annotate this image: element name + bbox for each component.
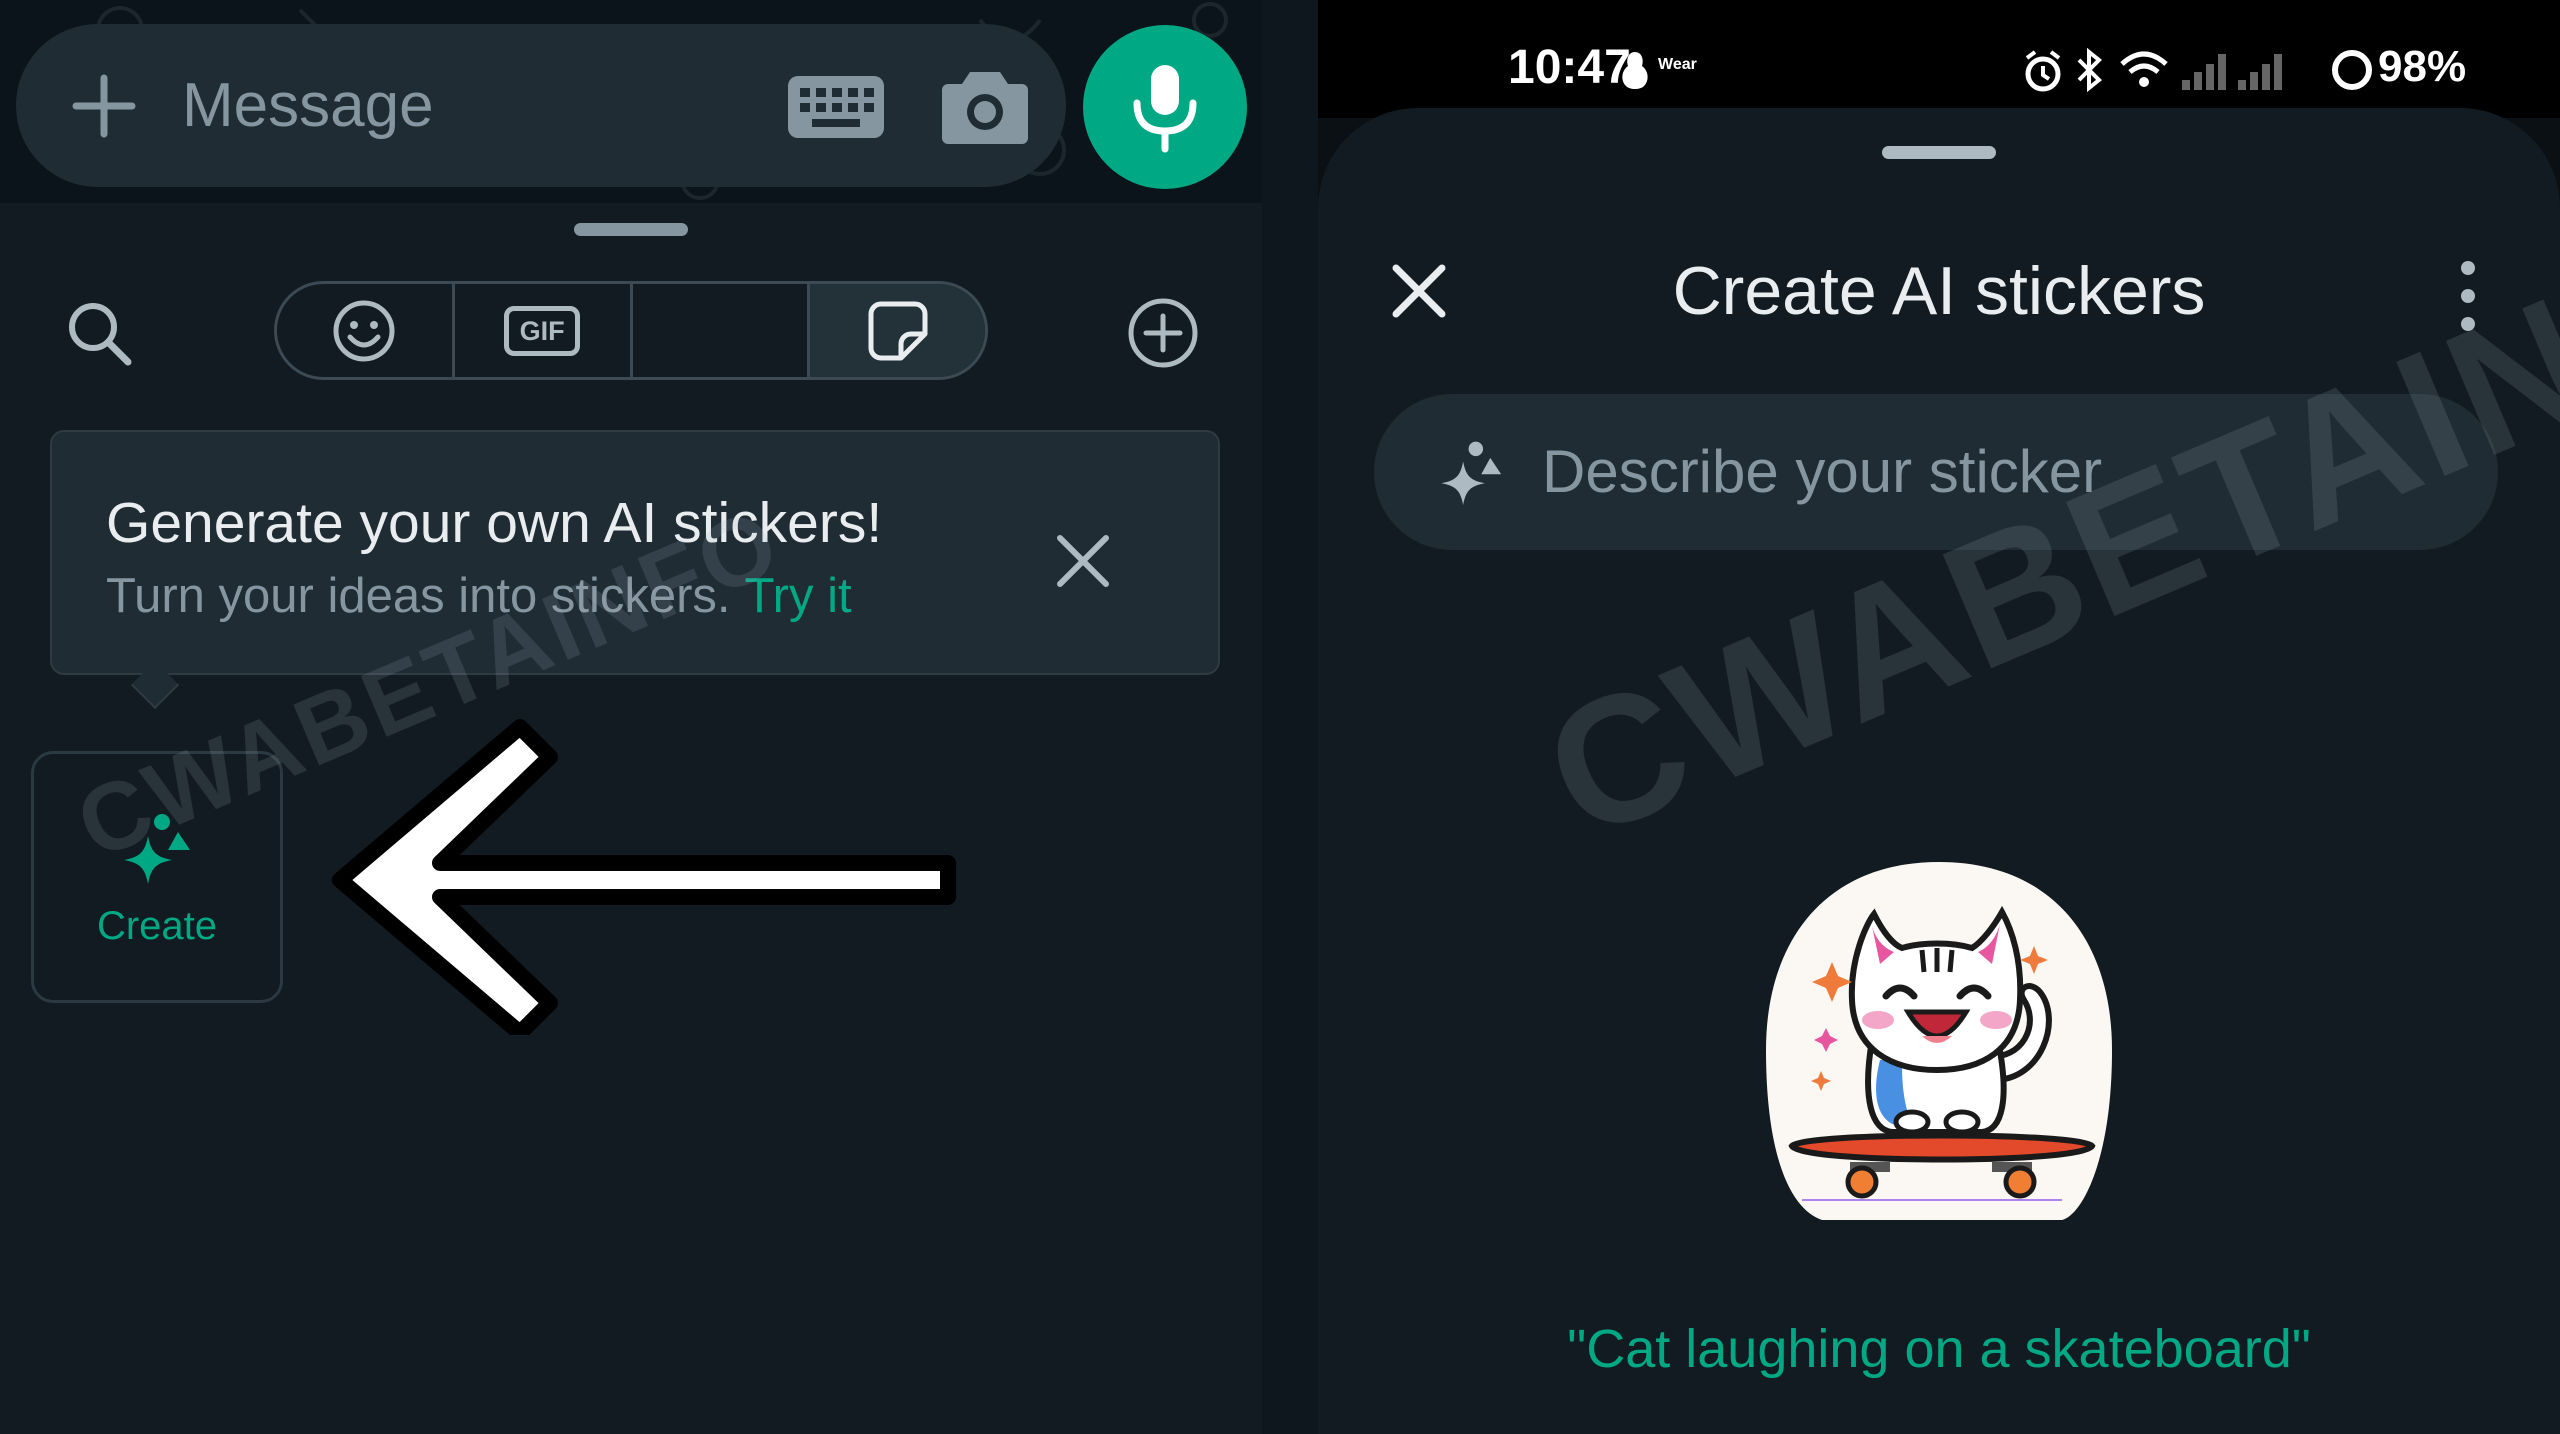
- sheet-drag-handle[interactable]: [574, 223, 688, 236]
- message-input-bar[interactable]: Message: [16, 24, 1066, 187]
- emoji-icon: [333, 300, 395, 361]
- left-arrow-icon: [332, 719, 956, 1035]
- search-icon[interactable]: [64, 298, 134, 368]
- create-ai-sticker-tile[interactable]: Create: [31, 751, 283, 1003]
- banner-subtitle: Turn your ideas into stickers.: [106, 569, 731, 623]
- alarm-icon: [2025, 50, 2061, 92]
- add-sticker-pack-icon[interactable]: [1126, 296, 1200, 370]
- ai-stickers-banner: Generate your own AI stickers! Turn your…: [50, 430, 1220, 675]
- screenshot-composite: Message GIF Generate your own AI sticker…: [0, 0, 2560, 1434]
- create-ai-stickers-sheet: Create AI stickers Describe your sticker: [1318, 108, 2560, 1434]
- battery-ring-icon: [2332, 50, 2372, 90]
- panel-divider: [1262, 0, 1318, 1434]
- tab-avatar[interactable]: [633, 284, 811, 377]
- close-icon[interactable]: [1052, 530, 1114, 592]
- status-wear-label: Wear: [1658, 56, 1697, 73]
- sample-prompt-caption: "Cat laughing on a skateboard": [1567, 1319, 2311, 1379]
- describe-sticker-input[interactable]: Describe your sticker: [1374, 394, 2498, 550]
- sample-sticker-image: [1766, 862, 2112, 1220]
- try-it-link[interactable]: Try it: [745, 569, 852, 623]
- tab-stickers[interactable]: [810, 284, 985, 377]
- sheet-title: Create AI stickers: [1672, 253, 2206, 329]
- banner-subtitle-row: Turn your ideas into stickers. Try it: [106, 568, 852, 624]
- mic-icon: [1133, 65, 1197, 153]
- banner-title: Generate your own AI stickers!: [106, 491, 883, 555]
- keyboard-icon[interactable]: [786, 72, 886, 142]
- sticker-icon: [868, 301, 928, 360]
- signal-icon: [2182, 54, 2226, 90]
- input-placeholder[interactable]: Describe your sticker: [1542, 394, 2102, 550]
- mic-button[interactable]: [1083, 25, 1247, 189]
- wear-app-icon: [1622, 52, 1648, 89]
- message-placeholder[interactable]: Message: [182, 24, 434, 187]
- create-ai-stickers-panel: 10:47 Wear 98% Create AI stickers Descri…: [1318, 0, 2560, 1434]
- signal-icon-2: [2238, 54, 2282, 90]
- tab-gif[interactable]: GIF: [455, 284, 633, 377]
- wifi-icon: [2120, 51, 2168, 87]
- gif-icon: GIF: [504, 305, 581, 356]
- create-label: Create: [96, 904, 218, 948]
- status-battery: 98%: [2378, 42, 2467, 91]
- status-time: 10:47: [1508, 41, 1631, 94]
- more-options-icon[interactable]: [2448, 258, 2488, 334]
- camera-icon[interactable]: [940, 64, 1030, 148]
- sheet-drag-handle[interactable]: [1882, 146, 1996, 159]
- plus-icon[interactable]: [66, 68, 142, 144]
- tab-emoji[interactable]: [277, 284, 455, 377]
- picker-tab-bar: GIF: [274, 281, 988, 380]
- ai-sparkle-icon: [124, 814, 190, 884]
- chat-sticker-picker-panel: Message GIF Generate your own AI sticker…: [0, 0, 1318, 1434]
- bluetooth-icon: [2077, 48, 2102, 92]
- ai-sparkle-icon: [1441, 441, 1502, 505]
- status-bar: 10:47 Wear 98%: [1318, 0, 2560, 118]
